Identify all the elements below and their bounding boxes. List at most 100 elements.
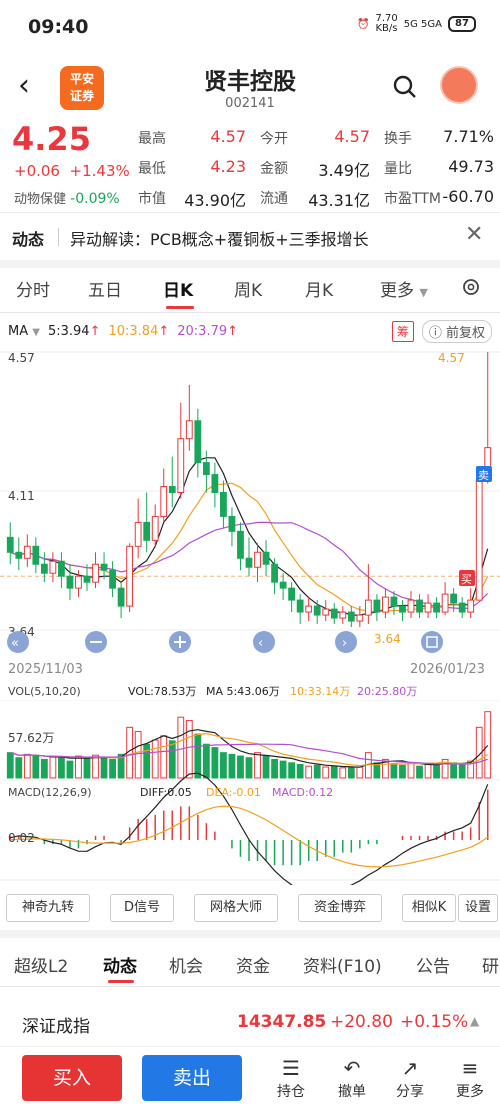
title-bar: ‹ 平安 证券 贤丰控股 002141 xyxy=(0,54,500,120)
volume-bar xyxy=(484,711,492,779)
vol-ma5: MA 5:43.06万 xyxy=(206,685,280,698)
svg-text:«: « xyxy=(11,636,19,651)
ma5-value: 5:3.94↑ xyxy=(47,324,101,339)
axis-price-mid: 4.11 xyxy=(8,489,35,503)
index-ticker[interactable]: 深证成指 14347.85 +20.80 +0.15% ▲ xyxy=(0,1000,500,1044)
quote-label: 金额 xyxy=(260,161,288,177)
share-button[interactable]: ↗ 分享 xyxy=(385,1055,435,1101)
tab-more[interactable]: 更多 ▼ xyxy=(380,276,428,301)
scroll-left-icon[interactable]: « xyxy=(7,631,29,653)
volume-bar xyxy=(202,743,210,779)
candle xyxy=(322,608,330,616)
chevron-up-icon[interactable]: ▲ xyxy=(470,1014,479,1028)
candle xyxy=(313,605,321,616)
candle xyxy=(373,599,381,613)
vol-ma10: 10:33.14万 xyxy=(290,685,350,698)
volume-bar xyxy=(271,758,278,779)
indicator-settings[interactable]: 设置 xyxy=(458,894,498,922)
candle xyxy=(424,602,432,613)
current-price: 4.25 xyxy=(12,120,91,158)
volume-bar xyxy=(433,764,440,779)
tab-f10[interactable]: 资料(F10) xyxy=(303,952,382,977)
status-bar: 09:40 ⏰ 7.70 KB/s 5G 5GA 87 xyxy=(0,0,500,54)
candle xyxy=(399,605,406,613)
tab-fenshi[interactable]: 分时 xyxy=(16,276,50,301)
tab-announcements[interactable]: 公告 xyxy=(416,952,450,977)
candle xyxy=(330,608,338,619)
volume-bar xyxy=(168,740,176,779)
more-button[interactable]: ≡ 更多 xyxy=(445,1055,495,1101)
volume-bar xyxy=(143,743,151,779)
candle xyxy=(58,560,65,577)
cancel-order-button[interactable]: ↶ 撤单 xyxy=(327,1055,377,1101)
indicator-capital-game[interactable]: 资金博弈 xyxy=(298,894,382,922)
tab-opportunity[interactable]: 机会 xyxy=(169,952,203,977)
net-speed: 7.70 KB/s xyxy=(375,13,398,34)
news-text[interactable]: 异动解读：PCB概念+覆铜板+三季报增长 xyxy=(70,226,369,250)
tab-rik[interactable]: 日K xyxy=(163,276,193,301)
svg-text:‹: ‹ xyxy=(258,636,263,651)
kline-chart[interactable]: 4.57 4.11 3.64 4.57 3.64 2025/11/03 2026… xyxy=(0,340,500,885)
ma-selector[interactable]: MA ▼ xyxy=(8,324,40,339)
status-time: 09:40 xyxy=(28,16,89,38)
fullscreen-icon[interactable] xyxy=(421,631,443,653)
candle xyxy=(220,491,227,517)
candle xyxy=(75,575,82,589)
candle xyxy=(32,545,40,565)
volume-bar xyxy=(66,760,74,779)
tab-capital[interactable]: 资金 xyxy=(236,952,270,977)
tab-zhouk[interactable]: 周K xyxy=(234,276,262,301)
candle xyxy=(168,486,176,493)
zoom-in-icon[interactable] xyxy=(169,631,191,653)
macd-header[interactable]: MACD(12,26,9) xyxy=(8,786,92,799)
tab-yuek[interactable]: 月K xyxy=(305,276,333,301)
volume-bar xyxy=(151,739,159,779)
macd-dea: DEA:-0.01 xyxy=(206,786,261,799)
volume-bar xyxy=(288,762,296,779)
candle xyxy=(177,438,185,493)
volume-bar xyxy=(330,765,338,779)
sell-button[interactable]: 卖出 xyxy=(142,1055,242,1101)
indicator-nine-turn[interactable]: 神奇九转 xyxy=(6,894,90,922)
positions-button[interactable]: ☰ 持仓 xyxy=(266,1055,316,1101)
status-icons: ⏰ 7.70 KB/s 5G 5GA 87 xyxy=(357,14,476,34)
tab-wuri[interactable]: 五日 xyxy=(88,276,122,301)
candle xyxy=(6,536,14,553)
buy-button[interactable]: 买入 xyxy=(22,1055,122,1101)
tab-research[interactable]: 研 xyxy=(482,952,499,977)
macd-axis: 0.02 xyxy=(8,831,35,845)
chip-distribution-button[interactable]: 筹 xyxy=(391,321,414,342)
indicator-grid-master[interactable]: 网格大师 xyxy=(194,894,278,922)
quote-label: 换手 xyxy=(384,131,412,147)
share-icon: ↗ xyxy=(401,1056,419,1080)
sector-change: 动物保健 -0.09% xyxy=(14,191,120,207)
settings-gear-icon[interactable] xyxy=(460,276,482,298)
scroll-prev-icon[interactable]: ‹ xyxy=(253,631,275,653)
news-tag: 动态 xyxy=(12,230,45,249)
quote-value: 7.71% xyxy=(443,127,494,146)
period-tabs: 分时 五日 日K 周K 月K 更多 ▼ xyxy=(0,268,500,312)
scroll-next-icon[interactable]: › xyxy=(335,631,357,653)
axis-price-high: 4.57 xyxy=(8,351,35,365)
zoom-out-icon[interactable] xyxy=(85,631,107,653)
vol-header[interactable]: VOL(5,10,20) xyxy=(8,685,81,698)
candle xyxy=(279,581,287,589)
indicator-d-signal[interactable]: D信号 xyxy=(110,894,174,922)
ma5-line xyxy=(10,457,489,616)
candle xyxy=(339,611,347,619)
vol-value: VOL:78.53万 xyxy=(128,685,196,698)
volume-bar xyxy=(83,758,91,779)
candle xyxy=(364,599,372,616)
list-icon: ☰ xyxy=(282,1056,300,1080)
svg-text:›: › xyxy=(342,636,347,651)
news-bar[interactable]: 动态 异动解读：PCB概念+覆铜板+三季报增长 ✕ xyxy=(0,212,500,260)
avatar[interactable] xyxy=(440,66,478,104)
search-icon[interactable] xyxy=(392,74,418,100)
volume-bar xyxy=(390,763,398,779)
indicator-similar-k[interactable]: 相似K xyxy=(402,894,456,922)
close-icon[interactable]: ✕ xyxy=(465,222,483,247)
volume-bar xyxy=(75,755,82,779)
tab-super-l2[interactable]: 超级L2 xyxy=(14,952,68,977)
tab-dynamics[interactable]: 动态 xyxy=(103,952,137,977)
quote-value: 4.23 xyxy=(210,157,246,176)
